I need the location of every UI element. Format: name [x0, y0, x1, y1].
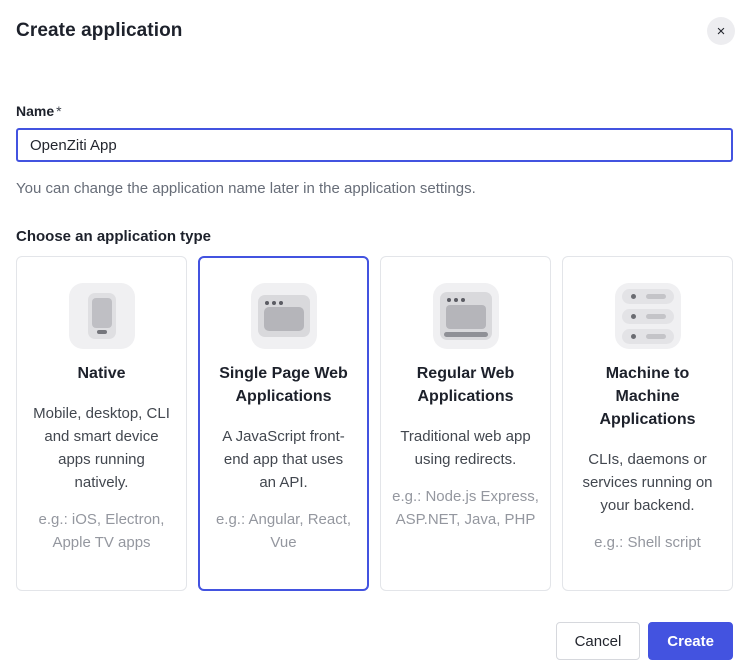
card-title: Machine to Machine Applications: [563, 362, 732, 431]
browser-window-icon: [251, 283, 317, 349]
card-regular-web-applications[interactable]: Regular Web Applications Traditional web…: [380, 256, 551, 591]
card-machine-to-machine-applications[interactable]: Machine to Machine Applications CLIs, da…: [562, 256, 733, 591]
mobile-device-icon: [69, 283, 135, 349]
application-type-heading: Choose an application type: [16, 228, 733, 245]
required-asterisk: *: [56, 103, 61, 119]
card-description: Mobile, desktop, CLI and smart device ap…: [17, 402, 186, 494]
dialog-footer: Cancel Create: [16, 622, 733, 660]
card-title: Regular Web Applications: [381, 362, 550, 408]
web-server-window-icon: [433, 283, 499, 349]
dialog-title: Create application: [16, 0, 733, 42]
card-description: CLIs, daemons or services running on you…: [563, 448, 732, 517]
close-icon: ×: [717, 24, 726, 39]
card-title: Native: [17, 362, 186, 385]
application-name-input[interactable]: [16, 128, 733, 162]
card-description: Traditional web app using redirects.: [381, 425, 550, 471]
name-help-text: You can change the application name late…: [16, 180, 733, 197]
name-field-label: Name*: [16, 103, 733, 119]
card-native[interactable]: Native Mobile, desktop, CLI and smart de…: [16, 256, 187, 591]
card-examples: e.g.: iOS, Electron, Apple TV apps: [17, 508, 186, 554]
application-type-cards: Native Mobile, desktop, CLI and smart de…: [16, 256, 733, 591]
card-examples: e.g.: Angular, React, Vue: [200, 508, 367, 554]
cancel-button[interactable]: Cancel: [556, 622, 641, 660]
card-single-page-web-applications[interactable]: Single Page Web Applications A JavaScrip…: [198, 256, 369, 591]
close-button[interactable]: ×: [707, 17, 735, 45]
card-title: Single Page Web Applications: [200, 362, 367, 408]
create-application-dialog: Create application × Name* You can chang…: [0, 0, 749, 670]
create-button[interactable]: Create: [648, 622, 733, 660]
card-examples: e.g.: Node.js Express, ASP.NET, Java, PH…: [381, 485, 550, 531]
card-examples: e.g.: Shell script: [563, 531, 732, 554]
server-stack-icon: [615, 283, 681, 349]
card-description: A JavaScript front-end app that uses an …: [200, 425, 367, 494]
name-label-text: Name: [16, 103, 54, 119]
